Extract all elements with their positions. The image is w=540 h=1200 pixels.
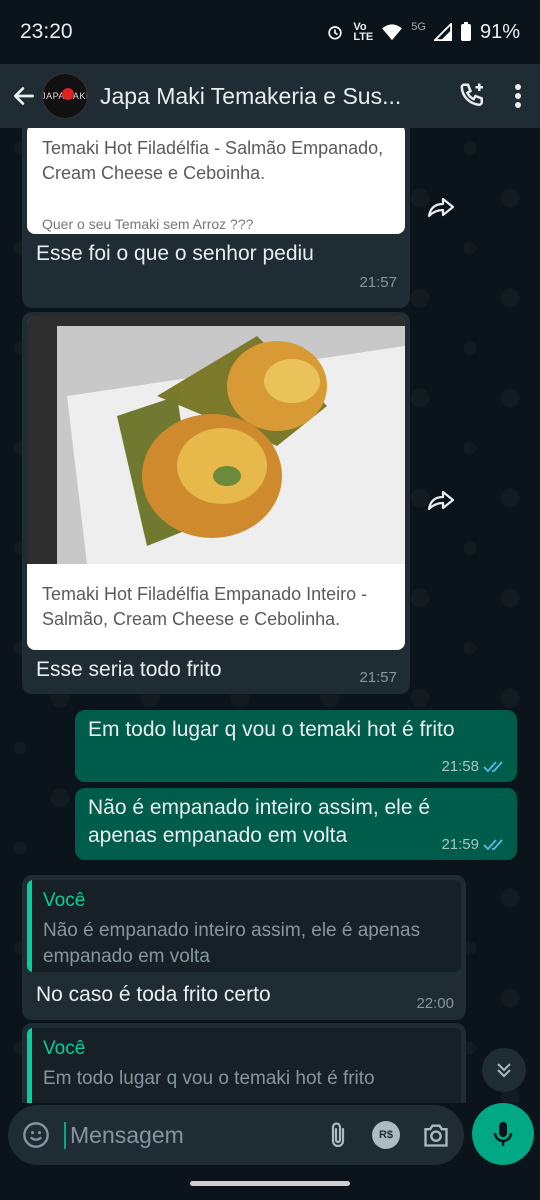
- chat-area[interactable]: Temaki Hot Filadélfia - Salmão Empanado,…: [0, 128, 540, 1103]
- quoted-message[interactable]: Você Não é empanado inteiro assim, ele é…: [27, 880, 461, 972]
- message-outgoing[interactable]: Em todo lugar q vou o temaki hot é frito…: [75, 710, 517, 782]
- message-incoming[interactable]: Você Não é empanado inteiro assim, ele é…: [22, 875, 466, 1020]
- camera-icon[interactable]: [422, 1122, 450, 1148]
- alarm-icon: [328, 26, 342, 40]
- chat-header: JAPAMAKI Japa Maki Temakeria e Sus...: [0, 64, 540, 128]
- message-time: 21:58: [441, 758, 479, 775]
- message-text: Esse seria todo frito: [36, 658, 222, 681]
- forward-icon[interactable]: [427, 489, 457, 513]
- quote-text: Em todo lugar q vou o temaki hot é frito: [43, 1068, 375, 1089]
- quote-author: Você: [43, 1038, 86, 1059]
- battery-icon: [460, 22, 471, 41]
- preview-description: Temaki Hot Filadélfia Empanado Inteiro -…: [42, 584, 368, 629]
- message-text: Não é empanado inteiro assim, ele é apen…: [88, 796, 431, 847]
- mic-icon: [493, 1122, 513, 1146]
- message-text: No caso é toda frito certo: [36, 983, 271, 1006]
- message-input-box: R$: [8, 1105, 464, 1165]
- message-text: Em todo lugar q vou o temaki hot é frito: [88, 718, 455, 741]
- chat-title[interactable]: Japa Maki Temakeria e Sus...: [100, 83, 420, 110]
- network-type: 5G: [411, 20, 426, 33]
- message-text: Esse foi o que o senhor pediu: [36, 242, 314, 265]
- status-time: 23:20: [20, 20, 73, 43]
- volte-icon: Vo LTE: [353, 21, 374, 43]
- message-incoming[interactable]: Você Em todo lugar q vou o temaki hot é …: [22, 1023, 466, 1103]
- nav-handle[interactable]: [190, 1181, 350, 1186]
- message-incoming[interactable]: Temaki Hot Filadélfia - Salmão Empanado,…: [22, 128, 410, 308]
- scroll-down-button[interactable]: [482, 1048, 526, 1092]
- quoted-message[interactable]: Você Em todo lugar q vou o temaki hot é …: [27, 1028, 461, 1103]
- quote-text: Não é empanado inteiro assim, ele é apen…: [43, 920, 421, 967]
- message-time: 21:59: [441, 836, 479, 853]
- pix-icon[interactable]: R$: [372, 1121, 400, 1149]
- battery-percent: 91%: [479, 20, 520, 43]
- quote-author: Você: [43, 890, 86, 911]
- message-outgoing[interactable]: Não é empanado inteiro assim, ele é apen…: [75, 788, 517, 860]
- food-photo[interactable]: [27, 316, 405, 564]
- preview-description: Temaki Hot Filadélfia - Salmão Empanado,…: [42, 138, 384, 183]
- message-time: 21:57: [359, 669, 397, 686]
- status-bar: 23:20 Vo LTE 5G 91%: [0, 0, 540, 64]
- quote-bar: [27, 880, 32, 972]
- mic-button[interactable]: [472, 1103, 534, 1165]
- back-icon[interactable]: [10, 82, 38, 110]
- add-call-icon[interactable]: [458, 81, 488, 111]
- more-vert-icon[interactable]: [514, 83, 522, 109]
- forward-icon[interactable]: [427, 196, 457, 220]
- input-icons: R$: [326, 1121, 450, 1149]
- message-input[interactable]: [64, 1121, 284, 1149]
- avatar[interactable]: JAPAMAKI: [42, 73, 88, 119]
- signal-icon: [433, 23, 452, 41]
- message-incoming[interactable]: Temaki Hot Filadélfia Empanado Inteiro -…: [22, 312, 410, 694]
- link-preview[interactable]: Temaki Hot Filadélfia - Salmão Empanado,…: [27, 128, 405, 234]
- chevron-double-down-icon: [497, 1063, 511, 1078]
- quote-bar: [27, 1028, 32, 1103]
- message-time: 21:57: [359, 274, 397, 291]
- system-nav-bar: [0, 1169, 540, 1200]
- status-icons: Vo LTE 5G 91%: [325, 21, 520, 44]
- emoji-icon[interactable]: [22, 1121, 50, 1149]
- link-preview[interactable]: Temaki Hot Filadélfia Empanado Inteiro -…: [27, 316, 405, 650]
- avatar-logo-dot: [62, 88, 74, 100]
- temaki-photo: [27, 316, 405, 564]
- attach-icon[interactable]: [326, 1121, 350, 1149]
- message-time: 22:00: [416, 995, 454, 1012]
- read-ticks-icon: [483, 839, 503, 851]
- header-actions: [458, 81, 530, 111]
- read-ticks-icon: [483, 761, 503, 773]
- preview-extra: Quer o seu Temaki sem Arroz ???: [42, 216, 254, 232]
- wifi-icon: [382, 24, 403, 41]
- composer: R$: [0, 1103, 540, 1169]
